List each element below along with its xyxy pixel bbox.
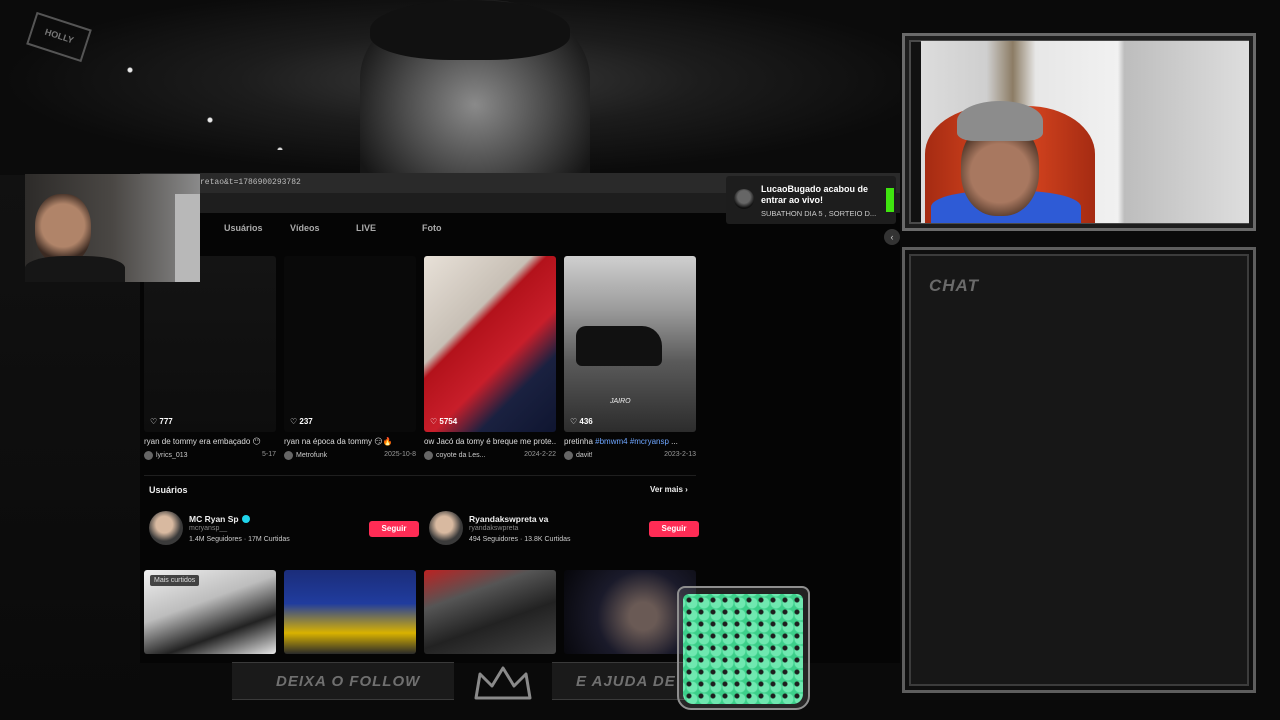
video-caption[interactable]: ryan de tommy era embaçado 😶 [144,437,276,446]
follow-button[interactable]: Seguir [369,521,419,537]
video-date: 2024-2-22 [524,451,556,458]
user-handle: mcryansp__ [189,525,228,532]
tab-usuarios[interactable]: Usuários [200,223,266,243]
notification-subtitle: SUBATHON DIA 5 , SORTEIO D... [761,209,877,218]
video-thumbnail[interactable]: JAIRO ♡ 436 [564,256,696,432]
goal-jar [677,580,810,711]
video-caption[interactable]: ryan na época da tommy 😏🔥 [284,437,416,446]
live-notification[interactable]: LucaoBugado acabou de entrar ao vivo! SU… [726,176,896,224]
car-image [576,326,662,366]
guest-facecam [25,174,200,282]
crown-icon [474,666,532,700]
search-tabs: Usuários Vídeos LIVE Foto [200,223,464,243]
banner-portrait-cap [370,0,570,60]
notification-accent-bar [886,188,894,212]
video-card[interactable]: JAIRO ♡ 436 pretinha #bmwm4 #mcryansp ..… [564,256,696,460]
user-stats: 494 Seguidores · 13.8K Curtidas [469,536,571,543]
verified-icon [241,515,250,523]
jar-contents [683,594,803,704]
video-author[interactable]: lyrics_013 [144,451,188,460]
user-name[interactable]: MC Ryan Sp [189,514,250,524]
video-meta: Metrofunk 2025-10-8 [284,451,416,460]
follow-button[interactable]: Seguir [649,521,699,537]
user-name[interactable]: Ryandakswpreta va [469,514,548,524]
video-thumbnail[interactable]: Mais curtidos [144,570,276,654]
video-author[interactable]: davit! [564,451,593,460]
avatar[interactable] [429,511,463,545]
notification-avatar [734,189,754,209]
user-card[interactable]: MC Ryan Sp mcryansp__ 1.4M Seguidores · … [149,511,419,547]
video-date: 2023-2-13 [664,451,696,458]
banner-logo: HOLLY [26,11,92,63]
users-section-title: Usuários [149,485,188,495]
video-thumbnail[interactable]: ♡ 237 [284,256,416,432]
streamer-facecam-frame [902,33,1256,231]
banner-left-text: DEIXA O FOLLOW [276,673,421,690]
video-thumbnail[interactable]: ♡ 777 [144,256,276,432]
stadium-lights [110,30,310,150]
see-more-link[interactable]: Ver mais › [650,485,688,494]
chat-panel: CHAT [902,247,1256,693]
guest-face [35,194,91,264]
most-liked-badge: Mais curtidos [150,575,200,586]
tab-live[interactable]: LIVE [332,223,398,243]
stream-background-banner: HOLLY [0,0,900,175]
video-card[interactable]: ♡ 237 ryan na época da tommy 😏🔥 Metrofun… [284,256,416,460]
video-likes: ♡ 436 [570,417,593,426]
banner-right-text: E AJUDA DE [576,673,676,690]
author-avatar [284,451,293,460]
streamer-facecam [921,41,1249,223]
streamer-cap [957,101,1043,141]
video-card[interactable]: ♡ 5754 ow Jacó da tomy é breque me prote… [424,256,556,460]
video-likes: ♡ 5754 [430,417,458,426]
author-avatar [144,451,153,460]
video-thumbnail[interactable]: ♡ 5754 [424,256,556,432]
video-date: 2025-10-8 [384,451,416,458]
video-author[interactable]: Metrofunk [284,451,327,460]
video-thumbnail[interactable] [424,570,556,654]
notification-title: LucaoBugado acabou de entrar ao vivo! [761,184,869,205]
video-likes: ♡ 777 [150,417,173,426]
video-date: 5-17 [261,451,276,458]
video-author[interactable]: coyote da Les... [424,451,485,460]
video-meta: davit! 2023-2-13 [564,451,696,460]
thumbnail-label: JAIRO [610,398,631,405]
guest-body [25,256,125,282]
video-likes: ♡ 237 [290,417,313,426]
banner-left-plate: DEIXA O FOLLOW [232,662,454,700]
video-meta: lyrics_013 5-17 [144,451,276,460]
tab-videos[interactable]: Vídeos [266,223,332,243]
follow-banner: DEIXA O FOLLOW E AJUDA DE [232,662,702,702]
section-divider [144,475,696,476]
avatar[interactable] [149,511,183,545]
video-caption[interactable]: pretinha #bmwm4 #mcryansp ... [564,437,696,446]
user-stats: 1.4M Seguidores · 17M Curtidas [189,536,290,543]
video-meta: coyote da Les... 2024-2-22 [424,451,556,460]
more-videos-row: Mais curtidos [144,570,696,654]
background-door [175,194,200,282]
video-results: ♡ 777 ryan de tommy era embaçado 😶 lyric… [144,256,704,460]
video-thumbnail[interactable] [284,570,416,654]
user-handle: ryandakswpreta [469,525,519,532]
author-avatar [424,451,433,460]
video-caption[interactable]: ow Jacó da tomy é breque me prote... [424,437,556,446]
chat-title: CHAT [929,276,979,295]
author-avatar [564,451,573,460]
tab-foto[interactable]: Foto [398,223,464,243]
user-card[interactable]: Ryandakswpreta va ryandakswpreta 494 Seg… [429,511,699,547]
video-card[interactable]: ♡ 777 ryan de tommy era embaçado 😶 lyric… [144,256,276,460]
chevron-left-icon[interactable]: ‹ [884,229,900,245]
hashtags[interactable]: #bmwm4 #mcryansp [595,437,669,446]
